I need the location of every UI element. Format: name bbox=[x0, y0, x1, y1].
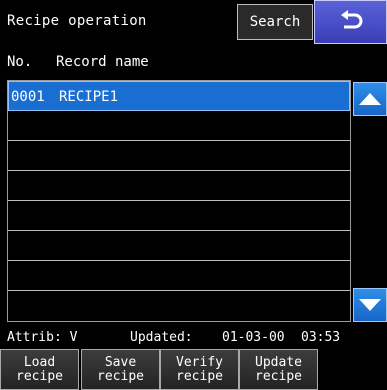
record-row[interactable] bbox=[8, 291, 350, 321]
scroll-up-button[interactable] bbox=[353, 82, 387, 116]
button-label-line1: Load bbox=[23, 354, 56, 370]
record-row[interactable] bbox=[8, 261, 350, 291]
status-bar: Attrib: V Updated: 01-03-00 03:53 bbox=[0, 330, 387, 348]
function-button-bar: Load recipe Save recipe Verify recipe Up… bbox=[0, 349, 387, 390]
record-row[interactable] bbox=[8, 171, 350, 201]
column-record-name: Record name bbox=[56, 54, 149, 70]
search-button[interactable]: Search bbox=[237, 4, 313, 40]
column-header: No. Record name bbox=[0, 44, 387, 80]
attrib-value: Attrib: V bbox=[7, 330, 78, 345]
column-no: No. bbox=[7, 54, 33, 70]
verify-recipe-button[interactable]: Verify recipe bbox=[160, 349, 239, 390]
button-label-line1: Update bbox=[255, 354, 302, 370]
title-bar: Recipe operation Search bbox=[0, 0, 387, 44]
save-recipe-button[interactable]: Save recipe bbox=[81, 349, 160, 390]
record-no: 0001 bbox=[11, 89, 45, 105]
button-label-line2: recipe bbox=[97, 368, 144, 384]
record-row[interactable]: 0001 RECIPE1 bbox=[8, 81, 350, 111]
triangle-down-icon bbox=[359, 299, 381, 311]
load-recipe-button[interactable]: Load recipe bbox=[0, 349, 79, 390]
record-row[interactable] bbox=[8, 141, 350, 171]
button-label-line2: recipe bbox=[16, 368, 63, 384]
updated-date: 01-03-00 bbox=[222, 330, 285, 345]
button-label-line2: recipe bbox=[176, 368, 223, 384]
record-row[interactable] bbox=[8, 111, 350, 141]
page-title: Recipe operation bbox=[7, 13, 147, 29]
triangle-up-icon bbox=[359, 93, 381, 105]
return-arrow-icon bbox=[340, 10, 362, 29]
record-row[interactable] bbox=[8, 231, 350, 261]
record-name: RECIPE1 bbox=[59, 89, 119, 105]
updated-time: 03:53 bbox=[301, 330, 341, 345]
update-recipe-button[interactable]: Update recipe bbox=[239, 349, 318, 390]
button-label-line2: recipe bbox=[255, 368, 302, 384]
record-list: 0001 RECIPE1 bbox=[7, 80, 351, 322]
button-label-line1: Verify bbox=[176, 354, 223, 370]
button-label-line1: Save bbox=[104, 354, 137, 370]
back-button[interactable] bbox=[314, 0, 387, 44]
record-row[interactable] bbox=[8, 201, 350, 231]
scroll-down-button[interactable] bbox=[353, 288, 387, 322]
scrollbar-track[interactable] bbox=[353, 116, 387, 288]
updated-label: Updated: bbox=[130, 330, 193, 345]
